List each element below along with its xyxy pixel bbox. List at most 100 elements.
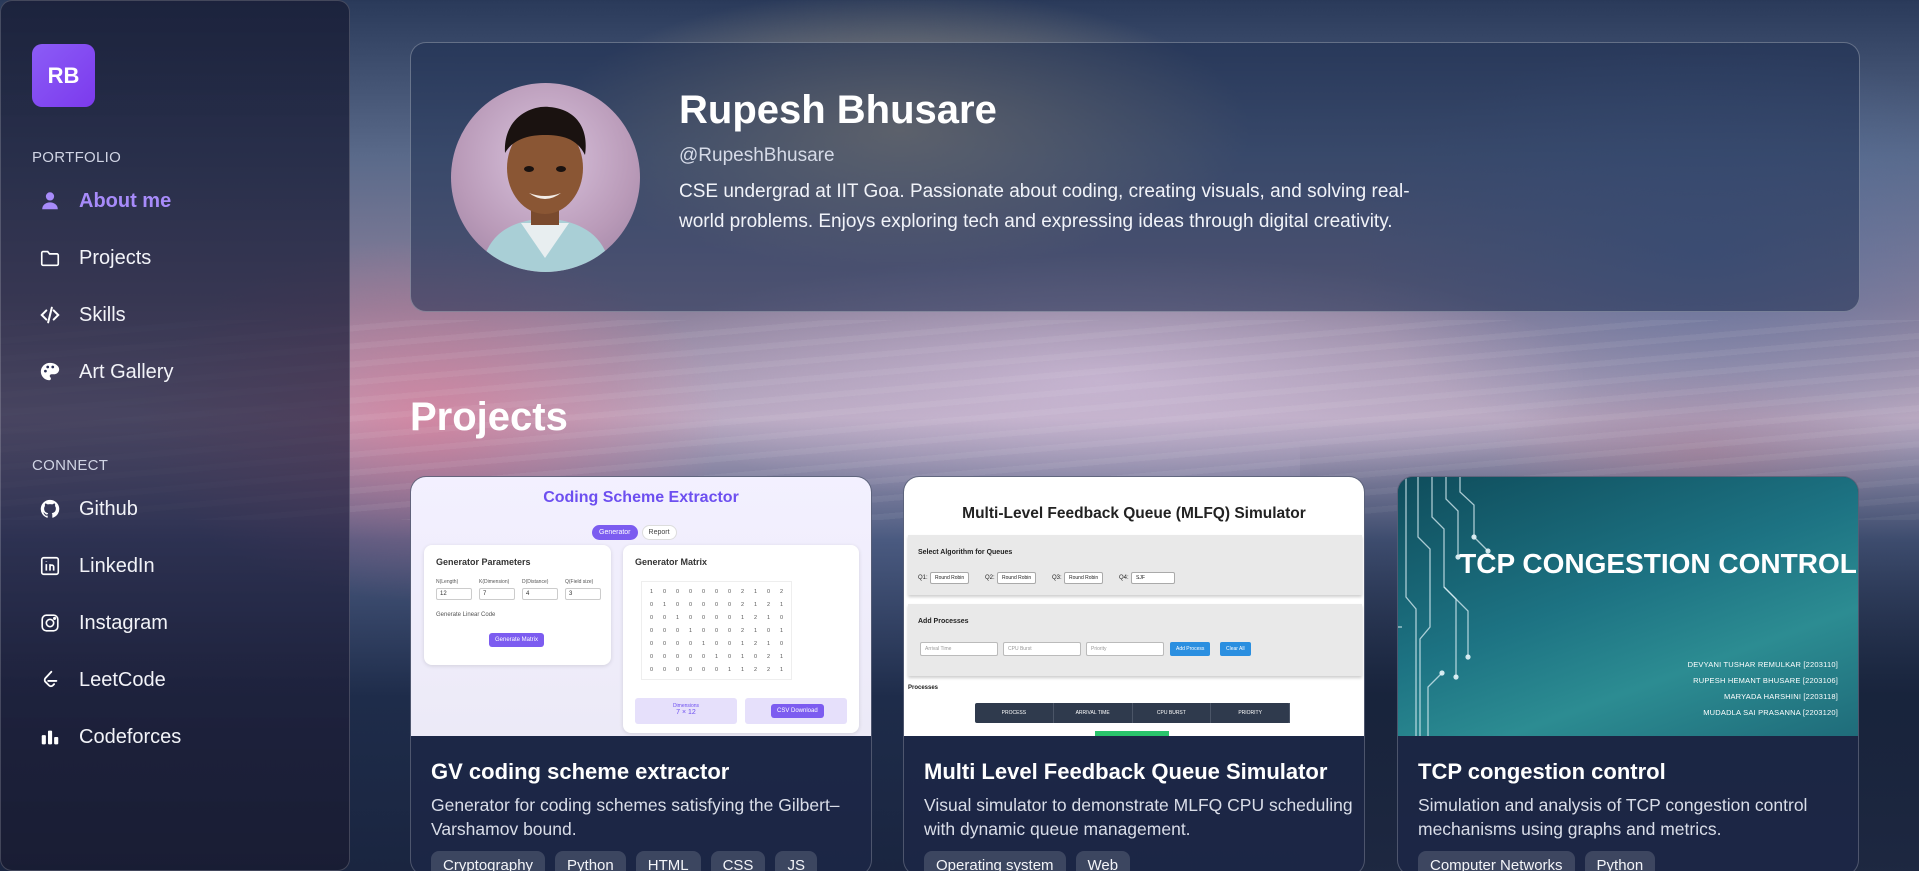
matrix-cell: 0 — [649, 601, 654, 608]
matrix-cell: 1 — [740, 666, 745, 673]
matrix-cell: 0 — [649, 653, 654, 660]
matrix-cell: 0 — [649, 666, 654, 673]
leetcode-icon — [39, 669, 61, 691]
thumb-priority-field: Priority — [1086, 642, 1164, 656]
thumb-dimensions-box: Dimensions 7 × 12 — [635, 698, 737, 724]
nav-item-codeforces[interactable]: Codeforces — [39, 722, 181, 752]
matrix-cell: 2 — [766, 653, 771, 660]
matrix-cell: 1 — [753, 627, 758, 634]
matrix-cell: 1 — [753, 601, 758, 608]
thumb-csv-box: CSV Download — [745, 698, 847, 724]
thumb-param-value: 3 — [565, 588, 601, 600]
matrix-cell: 0 — [662, 666, 667, 673]
sidebar: RB PORTFOLIO About me Projects Skills Ar… — [0, 0, 350, 871]
matrix-cell: 0 — [727, 588, 732, 595]
thumb-matrix: 1 0 0 0 0 0 0 2 1 0 2 0 1 0 0 0 0 0 2 1 2 1 0 0 1 0 0 0 0 1 2 1 0 0 0 0 1 0 0 0… — [641, 581, 792, 680]
matrix-cell: 2 — [766, 601, 771, 608]
tag: Python — [1584, 851, 1656, 871]
matrix-cell: 1 — [779, 666, 784, 673]
thumb-heading: Coding Scheme Extractor — [543, 489, 739, 506]
connect-section-label: CONNECT — [32, 457, 109, 474]
thumb-queue-select: SJF — [1131, 572, 1175, 584]
thumb-param-label: K(Dimension) — [479, 579, 510, 585]
project-thumbnail: TCP CONGESTION CONTROL DEVYANI TUSHAR RE… — [1398, 477, 1858, 736]
nav-label: Art Gallery — [79, 360, 174, 383]
tag: HTML — [635, 851, 701, 871]
thumb-author: DEVYANI TUSHAR REMULKAR [2203110] — [1687, 660, 1838, 669]
thumb-param-value: 7 — [479, 588, 515, 600]
thumb-params-panel: Generator Parameters N(Length) K(Dimensi… — [424, 545, 611, 665]
project-tags: Operating system Web — [924, 851, 1131, 871]
profile-handle: @RupeshBhusare — [679, 145, 835, 166]
thumb-processes-label: Processes — [908, 685, 939, 691]
matrix-cell: 0 — [714, 666, 719, 673]
nav-label: Instagram — [79, 611, 168, 634]
codeforces-icon — [39, 726, 61, 748]
matrix-cell: 2 — [753, 640, 758, 647]
matrix-cell: 0 — [675, 601, 680, 608]
nav-label: LinkedIn — [79, 554, 155, 577]
matrix-cell: 0 — [753, 653, 758, 660]
matrix-cell: 0 — [727, 601, 732, 608]
matrix-cell: 0 — [714, 588, 719, 595]
thumb-clear-button: Clear All — [1220, 642, 1251, 656]
github-icon — [39, 498, 61, 520]
project-title: TCP congestion control — [1418, 759, 1666, 784]
matrix-cell: 0 — [688, 653, 693, 660]
thumb-matrix-panel: Generator Matrix 1 0 0 0 0 0 0 2 1 0 2 0 1 0 0 0 0 0 2 1 2 1 0… — [623, 545, 859, 733]
project-card-gv-coding[interactable]: Coding Scheme Extractor Generator Report… — [410, 476, 872, 871]
thumb-param-value: 12 — [436, 588, 472, 600]
thumb-add-title: Add Processes — [918, 618, 969, 625]
matrix-cell: 2 — [740, 588, 745, 595]
thumb-progress-strip — [1095, 731, 1169, 736]
nav-item-skills[interactable]: Skills — [39, 300, 126, 330]
thumb-author: RUPESH HEMANT BHUSARE [2203106] — [1693, 676, 1838, 685]
matrix-cell: 0 — [649, 640, 654, 647]
nav-label: About me — [79, 189, 172, 212]
matrix-cell: 0 — [727, 653, 732, 660]
tag: Operating system — [924, 851, 1066, 871]
matrix-cell: 0 — [675, 666, 680, 673]
logo[interactable]: RB — [32, 44, 95, 107]
matrix-cell: 1 — [779, 627, 784, 634]
project-card-tcp[interactable]: TCP CONGESTION CONTROL DEVYANI TUSHAR RE… — [1397, 476, 1859, 871]
thumb-arrival-field: Arrival Time — [920, 642, 998, 656]
nav-item-linkedin[interactable]: LinkedIn — [39, 551, 155, 581]
thumb-col: CPU BURST — [1133, 703, 1212, 723]
thumb-dimensions-value: 7 × 12 — [676, 709, 696, 716]
matrix-cell: 0 — [714, 627, 719, 634]
profile-card: Rupesh Bhusare @RupeshBhusare CSE underg… — [410, 42, 1860, 312]
nav-item-art-gallery[interactable]: Art Gallery — [39, 357, 173, 387]
profile-name: Rupesh Bhusare — [679, 88, 997, 132]
tag: CSS — [710, 851, 766, 871]
matrix-cell: 0 — [779, 640, 784, 647]
project-card-mlfq[interactable]: Multi-Level Feedback Queue (MLFQ) Simula… — [903, 476, 1365, 871]
thumb-tab-report: Report — [641, 525, 677, 540]
instagram-icon — [39, 612, 61, 634]
matrix-cell: 0 — [675, 640, 680, 647]
thumb-param-label: N(Length) — [436, 579, 459, 585]
nav-item-leetcode[interactable]: LeetCode — [39, 665, 166, 695]
tag: JS — [775, 851, 817, 871]
matrix-cell: 0 — [688, 588, 693, 595]
nav-item-about-me[interactable]: About me — [39, 186, 171, 216]
thumb-author: MARYADA HARSHINI [2203118] — [1724, 692, 1838, 701]
matrix-cell: 1 — [714, 653, 719, 660]
thumb-author: MUDADLA SAI PRASANNA [2203120] — [1703, 708, 1838, 717]
project-tags: Cryptography Python HTML CSS JS — [431, 851, 817, 871]
matrix-cell: 0 — [649, 627, 654, 634]
matrix-cell: 0 — [662, 614, 667, 621]
nav-item-instagram[interactable]: Instagram — [39, 608, 168, 638]
project-description: Simulation and analysis of TCP congestio… — [1418, 795, 1808, 839]
matrix-cell: 0 — [662, 640, 667, 647]
avatar — [451, 83, 640, 272]
matrix-cell: 0 — [714, 614, 719, 621]
nav-item-github[interactable]: Github — [39, 494, 138, 524]
matrix-cell: 1 — [753, 588, 758, 595]
matrix-cell: 1 — [727, 666, 732, 673]
thumb-queue-label: Q2: — [985, 575, 995, 581]
matrix-cell: 0 — [688, 614, 693, 621]
nav-item-projects[interactable]: Projects — [39, 243, 151, 273]
tag: Cryptography — [431, 851, 546, 871]
matrix-cell: 2 — [740, 627, 745, 634]
